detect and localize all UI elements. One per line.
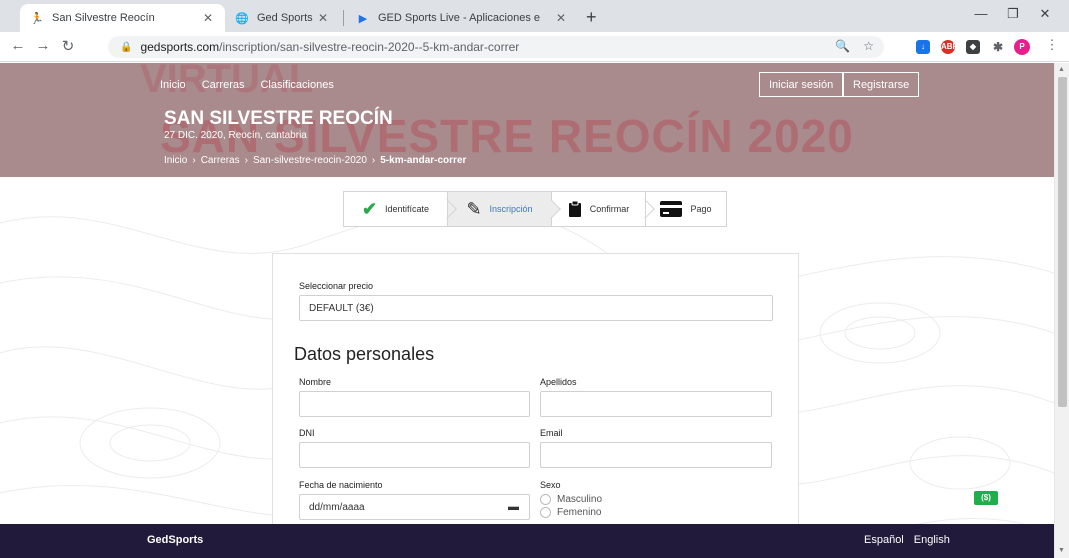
breadcrumb: Inicio › Carreras › San-silvestre-reocin… — [164, 155, 466, 166]
breadcrumb-item[interactable]: Inicio — [164, 155, 187, 166]
section-title: Datos personales — [294, 344, 435, 364]
browser-tab[interactable]: ▶ GED Sports Live - Aplicaciones e ✕ — [346, 4, 578, 32]
language-en[interactable]: English — [914, 534, 950, 546]
adblock-icon[interactable]: ABP — [941, 40, 958, 54]
scroll-thumb[interactable] — [1058, 77, 1067, 407]
address-bar-row: ← → ↻ 🔒 gedsports.com/inscription/san-si… — [0, 32, 1069, 62]
extension-icon[interactable]: ◆ — [966, 40, 980, 54]
nav-link-clasificaciones[interactable]: Clasificaciones — [260, 79, 333, 91]
minimize-icon[interactable]: — — [966, 6, 996, 21]
radio-button[interactable] — [540, 494, 551, 505]
step-label: Inscripción — [489, 204, 533, 214]
language-switcher: Español English — [864, 534, 950, 546]
url-path: /inscription/san-silvestre-reocin-2020--… — [219, 40, 520, 54]
site-footer: GedSports Español English — [0, 524, 1054, 558]
scroll-down-icon[interactable]: ▼ — [1058, 547, 1065, 554]
breadcrumb-separator-icon: › — [192, 155, 196, 166]
radio-label: Femenino — [557, 507, 602, 518]
close-tab-icon[interactable]: ✕ — [316, 11, 330, 25]
step-label: Pago — [690, 204, 712, 214]
apellidos-field[interactable] — [540, 391, 772, 417]
sexo-label: Sexo — [540, 480, 561, 490]
page-scrollbar[interactable]: ▲ ▼ — [1054, 63, 1069, 558]
breadcrumb-item[interactable]: Carreras — [201, 155, 240, 166]
language-es[interactable]: Español — [864, 534, 904, 546]
close-tab-icon[interactable]: ✕ — [201, 11, 215, 25]
new-tab-icon[interactable]: + — [586, 7, 597, 28]
tab-title: GED Sports Live - Aplicaciones e — [378, 12, 541, 24]
registration-stepper: ✔ Identifícate ✎ Inscripción Confirmar P… — [343, 191, 727, 227]
birthdate-label: Fecha de nacimiento — [299, 480, 383, 490]
step-identificate[interactable]: ✔ Identifícate — [344, 192, 457, 226]
zoom-icon[interactable]: 🔍 — [835, 39, 850, 53]
tab-title: Ged Sports — [257, 12, 313, 24]
close-tab-icon[interactable]: ✕ — [554, 11, 568, 25]
step-inscripcion[interactable]: ✎ Inscripción — [448, 192, 561, 226]
breadcrumb-separator-icon: › — [244, 155, 248, 166]
dni-label: DNI — [299, 428, 315, 438]
dni-field[interactable] — [299, 442, 530, 468]
email-label: Email — [540, 428, 563, 438]
check-icon: ✔ — [361, 199, 378, 219]
bookmark-star-icon[interactable]: ☆ — [863, 39, 874, 53]
profile-avatar[interactable]: P — [1014, 39, 1030, 55]
event-title: SAN SILVESTRE REOCÍN — [164, 108, 393, 129]
birthdate-field[interactable]: dd/mm/aaaa ▬ — [299, 494, 530, 520]
nav-link-carreras[interactable]: Carreras — [202, 79, 245, 91]
globe-icon: 🌐 — [235, 12, 249, 25]
play-store-icon: ▶ — [358, 12, 368, 25]
step-label: Confirmar — [589, 204, 630, 214]
step-label: Identifícate — [385, 204, 430, 214]
page-viewport: VIRTUAL SAN SILVESTRE REOCÍN 2020 Inicio… — [0, 63, 1054, 525]
money-icon[interactable]: ($) — [974, 491, 998, 505]
browser-tab-active[interactable]: 🏃 San Silvestre Reocín ✕ — [20, 4, 225, 32]
apellidos-label: Apellidos — [540, 377, 577, 387]
clipboard-icon — [568, 200, 581, 217]
radio-label: Masculino — [557, 494, 603, 505]
lock-icon: 🔒 — [120, 41, 133, 53]
edit-icon: ✎ — [466, 199, 482, 219]
url-field[interactable]: 🔒 gedsports.com/inscription/san-silvestr… — [108, 36, 884, 58]
nav-link-inicio[interactable]: Inicio — [160, 79, 186, 91]
breadcrumb-item[interactable]: San-silvestre-reocin-2020 — [253, 155, 367, 166]
forward-icon[interactable]: → — [33, 37, 53, 54]
footer-brand: GedSports — [147, 534, 204, 546]
registration-form: Seleccionar precio DEFAULT (3€) Datos pe… — [272, 253, 799, 525]
nombre-label: Nombre — [299, 377, 332, 387]
breadcrumb-current: 5-km-andar-correr — [380, 155, 467, 166]
url-host: gedsports.com — [140, 40, 220, 54]
step-confirmar[interactable]: Confirmar — [552, 192, 655, 226]
scroll-up-icon[interactable]: ▲ — [1058, 66, 1065, 73]
download-extension-icon[interactable]: ↓ — [916, 40, 930, 54]
step-pago[interactable]: Pago — [646, 192, 726, 226]
birthdate-placeholder: dd/mm/aaaa — [309, 501, 365, 513]
price-label: Seleccionar precio — [299, 281, 374, 291]
event-hero-banner: VIRTUAL SAN SILVESTRE REOCÍN 2020 Inicio… — [0, 63, 1054, 177]
event-date-location: 27 DIC. 2020, Reocín, cantabria — [164, 130, 307, 141]
menu-dots-icon[interactable]: ⋮ — [1042, 37, 1062, 53]
radio-femenino[interactable]: Femenino — [540, 507, 601, 518]
back-icon[interactable]: ← — [8, 37, 28, 54]
register-button[interactable]: Registrarse — [843, 72, 920, 97]
login-button[interactable]: Iniciar sesión — [759, 72, 844, 97]
close-window-icon[interactable]: ✕ — [1030, 6, 1060, 22]
browser-tab[interactable]: 🌐 Ged Sports ✕ — [225, 4, 340, 32]
restore-icon[interactable]: ❐ — [998, 6, 1028, 22]
breadcrumb-separator-icon: › — [371, 155, 376, 166]
puzzle-icon[interactable]: ✱ — [991, 40, 1005, 54]
radio-masculino[interactable]: Masculino — [540, 494, 602, 505]
email-field[interactable] — [540, 442, 772, 468]
credit-card-icon — [660, 201, 683, 217]
tab-separator — [343, 10, 344, 26]
tab-title: San Silvestre Reocín — [52, 12, 155, 24]
reload-icon[interactable]: ↻ — [58, 37, 78, 55]
nombre-field[interactable] — [299, 391, 530, 417]
radio-button[interactable] — [540, 507, 551, 518]
browser-tab-strip: 🏃 San Silvestre Reocín ✕ 🌐 Ged Sports ✕ … — [0, 0, 1069, 32]
calendar-icon[interactable]: ▬ — [508, 501, 519, 513]
running-icon: 🏃 — [30, 12, 44, 25]
price-select[interactable]: DEFAULT (3€) — [299, 295, 773, 321]
site-nav: Inicio Carreras Clasificaciones — [160, 79, 334, 91]
